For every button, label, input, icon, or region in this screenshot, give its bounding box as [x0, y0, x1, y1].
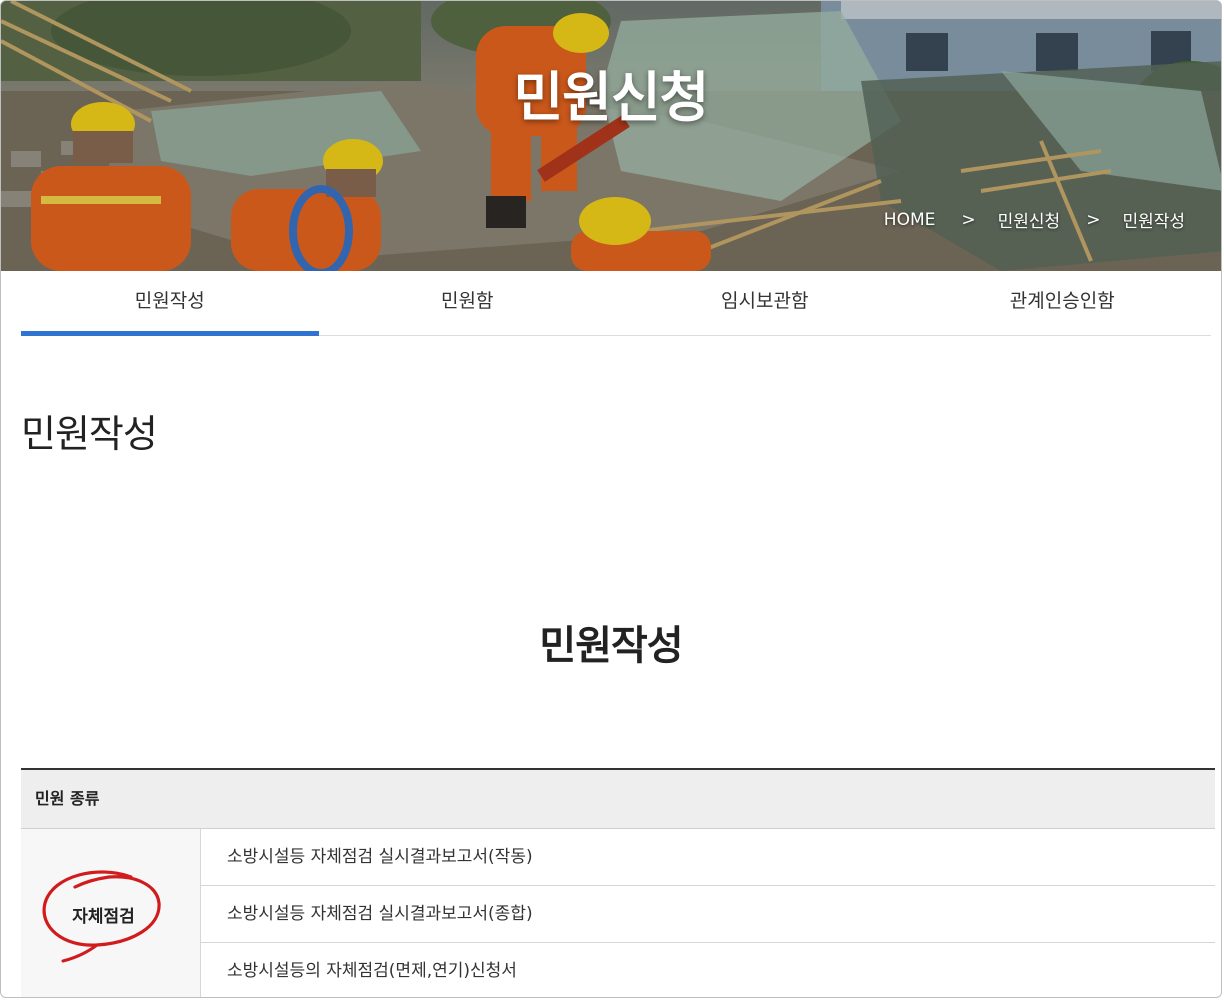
complaint-type-item[interactable]: 소방시설등 자체점검 실시결과보고서(작동) [201, 829, 1215, 886]
category-cell: 자체점검 [21, 829, 201, 997]
breadcrumb-complaint-application[interactable]: 민원신청 [996, 207, 1063, 232]
tab-write-complaint[interactable]: 민원작성 [21, 271, 319, 336]
page-title: 민원작성 [21, 412, 158, 456]
tab-temporary-storage[interactable]: 임시보관함 [616, 271, 914, 335]
breadcrumb-home[interactable]: HOME [882, 210, 938, 230]
breadcrumb-complaint-write[interactable]: 민원작성 [1120, 207, 1187, 232]
complaint-type-item[interactable]: 소방시설등의 자체점검(면제,연기)신청서 [201, 943, 1215, 997]
complaint-type-table: 민원 종류 자체점검 소방시설등 자체점검 실시결과보고서(작동) 소방시설등 … [21, 768, 1215, 997]
breadcrumb-separator: > [961, 209, 976, 230]
complaint-type-header: 민원 종류 [21, 770, 1215, 829]
complaint-type-item[interactable]: 소방시설등 자체점검 실시결과보고서(종합) [201, 886, 1215, 943]
complaint-type-list: 소방시설등 자체점검 실시결과보고서(작동) 소방시설등 자체점검 실시결과보고… [201, 829, 1215, 997]
hero-title: 민원신청 [513, 66, 710, 129]
breadcrumb: HOME > 민원신청 > 민원작성 [882, 207, 1187, 233]
hero-banner: 민원신청 HOME > 민원신청 > 민원작성 [1, 1, 1221, 271]
tab-complaint-box[interactable]: 민원함 [319, 271, 617, 335]
complaint-type-body: 자체점검 소방시설등 자체점검 실시결과보고서(작동) 소방시설등 자체점검 실… [21, 829, 1215, 997]
page-frame: 민원신청 HOME > 민원신청 > 민원작성 민원작성 민원함 임시보관함 관… [0, 0, 1222, 998]
tab-bar: 민원작성 민원함 임시보관함 관계인승인함 [21, 271, 1211, 336]
breadcrumb-separator: > [1086, 209, 1101, 230]
form-title: 민원작성 [539, 623, 683, 669]
category-label: 자체점검 [72, 906, 135, 927]
tab-stakeholder-approval[interactable]: 관계인승인함 [914, 271, 1212, 335]
